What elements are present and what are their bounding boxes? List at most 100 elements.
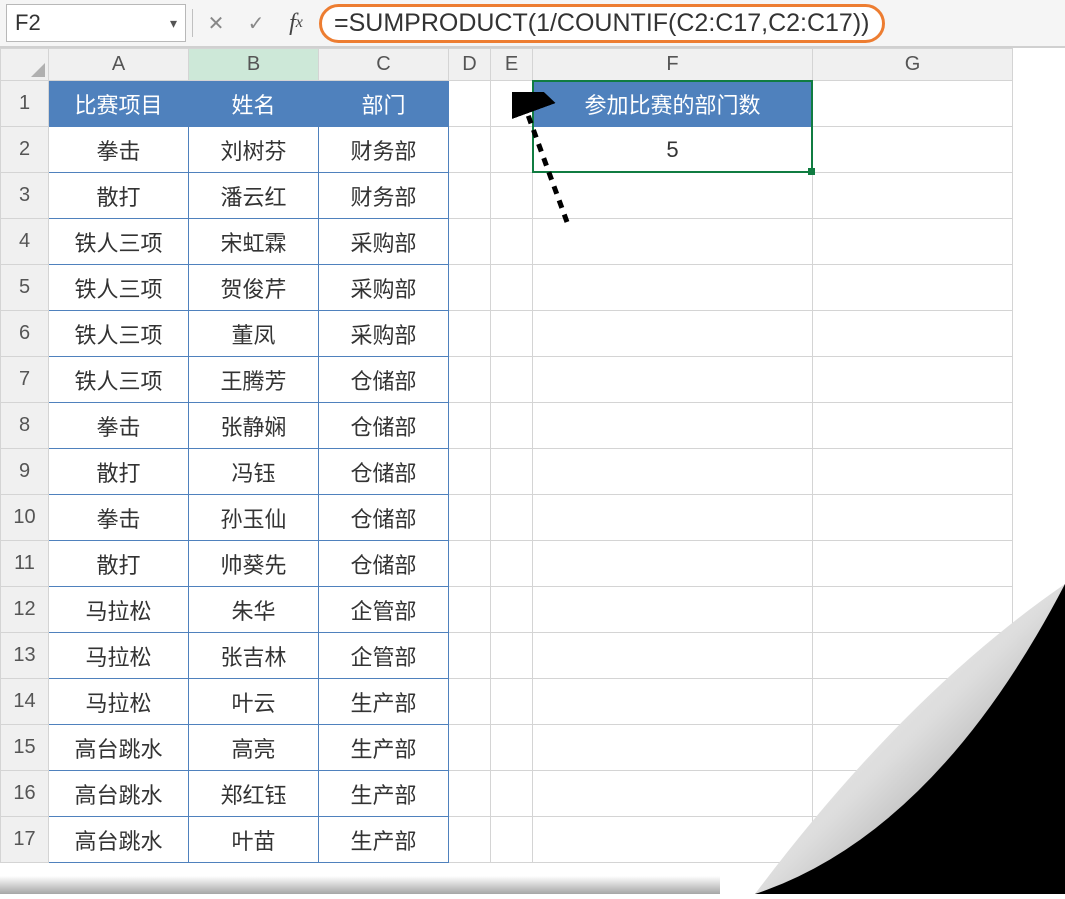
cell-C15[interactable]: 生产部 <box>319 725 449 771</box>
cell-D1[interactable] <box>449 81 491 127</box>
cell-A6[interactable]: 铁人三项 <box>49 311 189 357</box>
cell-F17[interactable] <box>533 817 813 863</box>
cell-G9[interactable] <box>813 449 1013 495</box>
cell-F2[interactable]: 5 <box>533 127 813 173</box>
row-header-1[interactable]: 1 <box>1 81 49 127</box>
cell-F13[interactable] <box>533 633 813 679</box>
cell-B11[interactable]: 帅葵先 <box>189 541 319 587</box>
select-all-corner[interactable] <box>1 49 49 81</box>
row-header-14[interactable]: 14 <box>1 679 49 725</box>
cell-C2[interactable]: 财务部 <box>319 127 449 173</box>
cell-F8[interactable] <box>533 403 813 449</box>
row-header-2[interactable]: 2 <box>1 127 49 173</box>
fx-icon[interactable]: fx <box>279 6 313 40</box>
cell-A15[interactable]: 高台跳水 <box>49 725 189 771</box>
cell-B6[interactable]: 董凤 <box>189 311 319 357</box>
cell-B16[interactable]: 郑红钰 <box>189 771 319 817</box>
cell-A7[interactable]: 铁人三项 <box>49 357 189 403</box>
cell-F1[interactable]: 参加比赛的部门数 <box>533 81 813 127</box>
cell-C16[interactable]: 生产部 <box>319 771 449 817</box>
cell-C12[interactable]: 企管部 <box>319 587 449 633</box>
cell-E16[interactable] <box>491 771 533 817</box>
cancel-icon[interactable]: ✕ <box>199 6 233 40</box>
cell-A4[interactable]: 铁人三项 <box>49 219 189 265</box>
cell-F4[interactable] <box>533 219 813 265</box>
cell-B10[interactable]: 孙玉仙 <box>189 495 319 541</box>
column-header-B[interactable]: B <box>189 49 319 81</box>
cell-F9[interactable] <box>533 449 813 495</box>
cell-F16[interactable] <box>533 771 813 817</box>
cell-E14[interactable] <box>491 679 533 725</box>
cell-F5[interactable] <box>533 265 813 311</box>
cell-F15[interactable] <box>533 725 813 771</box>
cell-A17[interactable]: 高台跳水 <box>49 817 189 863</box>
cell-A13[interactable]: 马拉松 <box>49 633 189 679</box>
cell-B12[interactable]: 朱华 <box>189 587 319 633</box>
cell-D5[interactable] <box>449 265 491 311</box>
cell-F11[interactable] <box>533 541 813 587</box>
cell-G16[interactable] <box>813 771 1013 817</box>
cell-F3[interactable] <box>533 173 813 219</box>
cell-E10[interactable] <box>491 495 533 541</box>
cell-F12[interactable] <box>533 587 813 633</box>
cell-C17[interactable]: 生产部 <box>319 817 449 863</box>
cell-E9[interactable] <box>491 449 533 495</box>
cell-D13[interactable] <box>449 633 491 679</box>
cell-B13[interactable]: 张吉林 <box>189 633 319 679</box>
worksheet-grid[interactable]: ABCDEFG1比赛项目姓名部门参加比赛的部门数2拳击刘树芬财务部53散打潘云红… <box>0 48 1065 863</box>
cell-B1[interactable]: 姓名 <box>189 81 319 127</box>
cell-G12[interactable] <box>813 587 1013 633</box>
row-header-11[interactable]: 11 <box>1 541 49 587</box>
cell-A5[interactable]: 铁人三项 <box>49 265 189 311</box>
cell-C6[interactable]: 采购部 <box>319 311 449 357</box>
cell-G6[interactable] <box>813 311 1013 357</box>
column-header-G[interactable]: G <box>813 49 1013 81</box>
cell-D14[interactable] <box>449 679 491 725</box>
cell-B4[interactable]: 宋虹霖 <box>189 219 319 265</box>
cell-C13[interactable]: 企管部 <box>319 633 449 679</box>
cell-D9[interactable] <box>449 449 491 495</box>
row-header-5[interactable]: 5 <box>1 265 49 311</box>
cell-E4[interactable] <box>491 219 533 265</box>
cell-C8[interactable]: 仓储部 <box>319 403 449 449</box>
row-header-16[interactable]: 16 <box>1 771 49 817</box>
cell-E6[interactable] <box>491 311 533 357</box>
row-header-15[interactable]: 15 <box>1 725 49 771</box>
cell-A2[interactable]: 拳击 <box>49 127 189 173</box>
cell-C3[interactable]: 财务部 <box>319 173 449 219</box>
cell-E15[interactable] <box>491 725 533 771</box>
cell-D12[interactable] <box>449 587 491 633</box>
cell-C14[interactable]: 生产部 <box>319 679 449 725</box>
cell-G11[interactable] <box>813 541 1013 587</box>
enter-icon[interactable]: ✓ <box>239 6 273 40</box>
cell-G2[interactable] <box>813 127 1013 173</box>
cell-B7[interactable]: 王腾芳 <box>189 357 319 403</box>
cell-C11[interactable]: 仓储部 <box>319 541 449 587</box>
cell-D11[interactable] <box>449 541 491 587</box>
cell-A12[interactable]: 马拉松 <box>49 587 189 633</box>
cell-G10[interactable] <box>813 495 1013 541</box>
cell-C1[interactable]: 部门 <box>319 81 449 127</box>
row-header-6[interactable]: 6 <box>1 311 49 357</box>
cell-D15[interactable] <box>449 725 491 771</box>
cell-E3[interactable] <box>491 173 533 219</box>
cell-D2[interactable] <box>449 127 491 173</box>
cell-E8[interactable] <box>491 403 533 449</box>
cell-E12[interactable] <box>491 587 533 633</box>
cell-B3[interactable]: 潘云红 <box>189 173 319 219</box>
name-box[interactable]: F2 ▾ <box>6 4 186 42</box>
row-header-4[interactable]: 4 <box>1 219 49 265</box>
row-header-10[interactable]: 10 <box>1 495 49 541</box>
cell-F10[interactable] <box>533 495 813 541</box>
cell-B5[interactable]: 贺俊芹 <box>189 265 319 311</box>
cell-E5[interactable] <box>491 265 533 311</box>
cell-B9[interactable]: 冯钰 <box>189 449 319 495</box>
cell-D10[interactable] <box>449 495 491 541</box>
cell-G8[interactable] <box>813 403 1013 449</box>
row-header-9[interactable]: 9 <box>1 449 49 495</box>
cell-A11[interactable]: 散打 <box>49 541 189 587</box>
cell-D16[interactable] <box>449 771 491 817</box>
cell-G7[interactable] <box>813 357 1013 403</box>
cell-D3[interactable] <box>449 173 491 219</box>
cell-E11[interactable] <box>491 541 533 587</box>
